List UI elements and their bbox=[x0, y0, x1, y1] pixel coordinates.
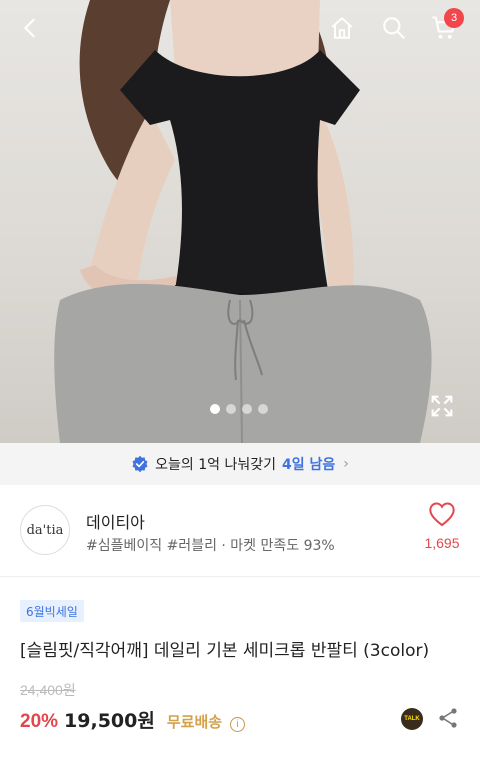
gallery-pagination bbox=[210, 404, 268, 414]
share-icon[interactable] bbox=[436, 706, 460, 730]
product-image-gallery[interactable]: 3 bbox=[0, 0, 480, 443]
sale-price: 19,500원 bbox=[64, 710, 155, 732]
promo-text: 오늘의 1억 나눠갖기 bbox=[155, 457, 276, 473]
kakaotalk-icon[interactable]: TALK bbox=[401, 708, 423, 730]
back-button[interactable] bbox=[10, 8, 50, 48]
seller-meta: #심플베이직 #러블리 · 마켓 만족도 93% bbox=[86, 538, 335, 554]
free-shipping-label: 무료배송 bbox=[166, 713, 223, 731]
original-price: 24,400원 bbox=[20, 682, 76, 698]
product-photo bbox=[54, 0, 432, 443]
gallery-dot[interactable] bbox=[210, 404, 220, 414]
home-icon bbox=[331, 17, 353, 39]
cart-button[interactable]: 3 bbox=[424, 8, 464, 48]
seller-name[interactable]: 데이티아 bbox=[86, 509, 145, 533]
gallery-dot[interactable] bbox=[226, 404, 236, 414]
wishlist-button[interactable]: 1,695 bbox=[420, 501, 464, 551]
promo-banner[interactable]: 오늘의 1억 나눠갖기 4일 남음 › bbox=[0, 443, 480, 485]
product-title: [슬림핏/직각어깨] 데일리 기본 세미크롭 반팔티 (3color) bbox=[20, 641, 430, 661]
gallery-dot[interactable] bbox=[242, 404, 252, 414]
chevron-left-icon bbox=[24, 18, 35, 38]
home-button[interactable] bbox=[322, 8, 362, 48]
promo-days-left: 4일 남음 bbox=[281, 457, 336, 473]
info-icon[interactable]: i bbox=[230, 717, 246, 732]
cart-count-badge: 3 bbox=[444, 8, 464, 28]
seller-logo[interactable]: da'tia bbox=[20, 505, 70, 555]
discount-rate: 20% bbox=[20, 711, 59, 732]
search-button[interactable] bbox=[374, 8, 414, 48]
heart-icon bbox=[429, 502, 455, 527]
verified-check-icon bbox=[132, 455, 148, 473]
gallery-dot[interactable] bbox=[258, 404, 268, 414]
talk-label: TALK bbox=[404, 716, 420, 722]
seller-section: da'tia 데이티아 #심플베이직 #러블리 · 마켓 만족도 93% 1,6… bbox=[0, 485, 480, 577]
search-icon bbox=[383, 17, 405, 39]
top-nav-bar: 3 bbox=[0, 0, 480, 56]
sale-badge: 6월빅세일 bbox=[20, 600, 84, 622]
expand-icon[interactable] bbox=[428, 392, 456, 420]
wishlist-count: 1,695 bbox=[424, 535, 460, 551]
price-row: 20% 19,500원 무료배송 i bbox=[20, 706, 246, 733]
chevron-right-icon: › bbox=[343, 456, 349, 472]
